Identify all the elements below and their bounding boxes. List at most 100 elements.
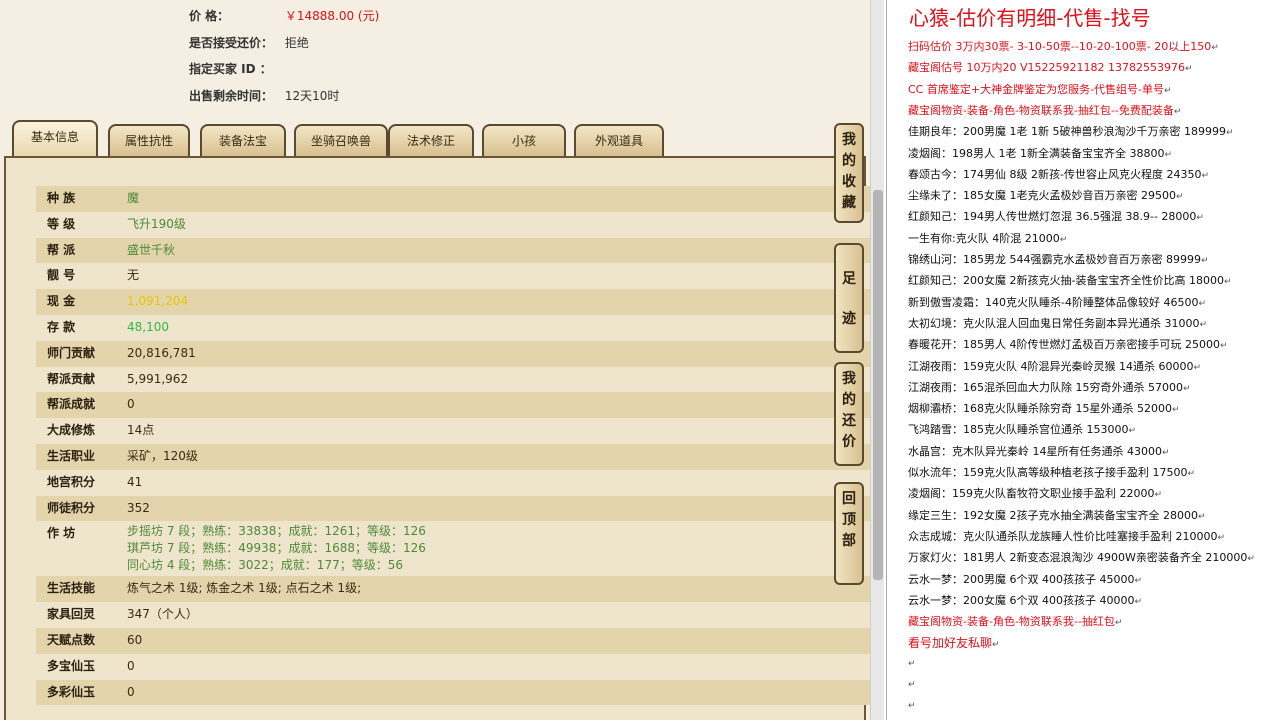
paragraph-mark-icon: ↵ (1199, 319, 1208, 330)
doc-line-text: 藏宝阁估号 10万内20 V15225921182 13782553976 (908, 61, 1185, 75)
doc-empty-line: ↵ (908, 698, 916, 711)
doc-line: 飞鸿踏雪：185克火队睡杀宫位通杀 153000↵ (908, 421, 1136, 437)
row-key: 地宫积分 (47, 474, 96, 489)
doc-line: 众志成城：克火队通杀队龙族睡人性价比哇塞接手盈利 210000↵ (908, 528, 1225, 544)
row-key: 作 坊 (47, 526, 76, 541)
table-row: 帮 派 盛世千秋 (36, 237, 870, 264)
paragraph-mark-icon: ↵ (1187, 469, 1196, 479)
paragraph-mark-icon: ↵ (1164, 149, 1173, 160)
paragraph-mark-icon: ↵ (1217, 532, 1226, 543)
paragraph-mark-icon: ↵ (992, 640, 1000, 651)
row-key: 存 款 (47, 319, 76, 334)
page-scrollbar[interactable] (870, 0, 884, 720)
paragraph-mark-icon: ↵ (1175, 192, 1184, 203)
doc-line-text: 飞鸿踏雪：185克火队睡杀宫位通杀 153000 (908, 423, 1129, 437)
tab-child[interactable]: 小孩 (482, 124, 566, 156)
bargain-value: 拒绝 (284, 36, 309, 50)
favorites-button[interactable]: 我的收藏 (834, 123, 864, 223)
tab-spell-mods[interactable]: 法术修正 (388, 124, 474, 156)
row-value: 5,991,962 (127, 371, 189, 386)
doc-line: 云水一梦：200男魔 6个双 400孩孩子 45000↵ (908, 571, 1142, 587)
doc-line-text: 一生有你:克火队 4阶混 21000 (908, 231, 1060, 245)
workshop-line: 步摇坊 7 段；熟练：33838；成就：1261；等级：126 (127, 524, 426, 539)
paragraph-mark-icon: ↵ (1161, 447, 1170, 458)
doc-line: 藏宝阁估号 10万内20 V15225921182 13782553976↵ (908, 59, 1193, 75)
paragraph-mark-icon: ↵ (1193, 362, 1202, 373)
paragraph-mark-icon: ↵ (1173, 106, 1182, 117)
doc-line: 凌烟阁：198男人 1老 1新全满装备宝宝齐全 38800↵ (908, 145, 1172, 161)
doc-line-text: 众志成城：克火队通杀队龙族睡人性价比哇塞接手盈利 210000 (908, 529, 1218, 543)
doc-line: 佳期良年：200男魔 1老 1新 5破神兽秒浪淘沙千万亲密 189999↵ (908, 123, 1234, 139)
doc-line-text: 锦绣山河：185男龙 544强霸克水孟极妙音百万亲密 89999 (908, 253, 1201, 266)
table-row: 帮派成就 0 (36, 392, 870, 419)
row-key: 生活职业 (47, 448, 96, 463)
table-row: 靓 号无 (36, 263, 870, 290)
doc-line: 一生有你:克火队 4阶混 21000↵ (908, 230, 1067, 246)
paragraph-mark-icon: ↵ (1134, 575, 1143, 586)
tab-mounts-pets[interactable]: 坐骑召唤兽 (294, 124, 388, 156)
row-key: 大成修炼 (47, 423, 96, 438)
doc-line-text: 云水一梦：200女魔 6个双 400孩孩子 40000 (908, 593, 1135, 607)
paragraph-mark-icon: ↵ (908, 680, 916, 690)
paragraph-mark-icon: ↵ (1198, 298, 1206, 309)
info-table: 种 族 魔 等 级 飞升190级 帮 派 盛世千秋 靓 号 无 现 金 1,091,204… (36, 186, 870, 706)
doc-line: 凌烟阁：159克火队畜牧符文职业接手盈利 22000↵ (908, 485, 1162, 501)
doc-line-text: 江湖夜雨：165混杀回血大力队除 15穷奇外通杀 57000 (908, 380, 1183, 394)
doc-line-text: 看号加好友私聊 (908, 636, 993, 651)
doc-line-text: 万家灯火：181男人 2新变态混浪淘沙 4900W亲密装备齐全 210000 (908, 551, 1248, 565)
doc-line: 尘缘未了：185女魔 1老克火孟极妙音百万亲密 29500↵ (908, 187, 1184, 203)
basic-info-panel: 种 族 魔 等 级 飞升190级 帮 派 盛世千秋 靓 号 无 现 金 1,091,204… (4, 156, 870, 720)
bargain-row: 是否接受还价： 拒绝 (189, 34, 309, 51)
row-key: 等 级 (47, 216, 76, 231)
row-value: 魔 (127, 191, 140, 205)
paragraph-mark-icon: ↵ (1059, 234, 1068, 245)
doc-line-text: 江湖夜雨：159克火队 4阶混异光秦岭灵猴 14通杀 60000 (908, 359, 1194, 373)
time-label: 出售剩余时间： (189, 89, 274, 103)
tab-basic-info[interactable]: 基本信息 (12, 120, 98, 158)
my-bargain-button[interactable]: 我的还价 (834, 362, 864, 466)
paragraph-mark-icon: ↵ (1200, 256, 1209, 266)
doc-title: 心猿-估价有明细-代售-找号 (909, 6, 1151, 30)
table-row-workshop: 作 坊 步摇坊 7 段；熟练：33838；成就：1261；等级：126 琪芦坊 … (36, 521, 870, 577)
doc-line: 似水流年：159克火队高等级种植老孩子接手盈利 17500↵ (908, 464, 1195, 480)
paragraph-mark-icon: ↵ (1184, 64, 1193, 75)
tab-appearance[interactable]: 外观道具 (574, 124, 664, 156)
doc-line: 江湖夜雨：165混杀回血大力队除 15穷奇外通杀 57000↵ (908, 379, 1191, 395)
doc-line-text: 春颂古今：174男仙 8级 2新孩-传世容止风克火程度 24350 (908, 167, 1202, 181)
paragraph-mark-icon: ↵ (1128, 426, 1137, 437)
back-to-top-button[interactable]: 回顶部 (834, 482, 864, 585)
doc-line-text: 水晶宫：克木队异光秦岭 14星所有任务通杀 43000 (908, 444, 1162, 458)
row-key: 多彩仙玉 (47, 684, 96, 699)
screen: 价 格： ￥14888.00 (元) 是否接受还价： 拒绝 指定买家 ID ： … (0, 0, 1280, 720)
price-row: 价 格： ￥14888.00 (元) (189, 7, 379, 24)
paragraph-mark-icon: ↵ (1247, 554, 1255, 565)
workshop-line: 同心坊 4 段；熟练：3022；成就：177；等级：56 (127, 558, 403, 573)
paragraph-mark-icon: ↵ (908, 658, 916, 669)
doc-line: 烟柳灞桥：168克火队睡杀除穷奇 15星外通杀 52000↵ (908, 400, 1180, 416)
paragraph-mark-icon: ↵ (1197, 511, 1206, 522)
doc-line-text: 佳期良年：200男魔 1老 1新 5破神兽秒浪淘沙千万亲密 189999 (908, 125, 1226, 139)
table-row: 等 级 飞升190级 (36, 211, 870, 238)
tab-attributes[interactable]: 属性抗性 (108, 124, 190, 156)
game-listing-panel: 价 格： ￥14888.00 (元) 是否接受还价： 拒绝 指定买家 ID ： … (0, 0, 870, 720)
doc-line: 万家灯火：181男人 2新变态混浪淘沙 4900W亲密装备齐全 210000↵ (908, 549, 1255, 565)
bargain-label: 是否接受还价： (189, 36, 274, 50)
doc-line-text: 缘定三生：192女魔 2孩子克水抽全满装备宝宝齐全 28000 (908, 508, 1198, 522)
doc-line: 缘定三生：192女魔 2孩子克水抽全满装备宝宝齐全 28000↵ (908, 507, 1206, 523)
scrollbar-thumb[interactable] (873, 190, 883, 580)
row-value: 14点 (127, 423, 155, 438)
doc-line-text: 藏宝阁物资-装备-角色-物资联系我-抽红包--免费配装备 (908, 103, 1174, 117)
table-row: 帮派贡献 5,991,962 (36, 366, 870, 393)
doc-line-text: 红颜知己：194男人传世燃灯忽混 36.5强混 38.9-- 28000 (908, 210, 1197, 224)
row-key: 师门贡献 (47, 345, 96, 360)
doc-line-text: 藏宝阁物资-装备-角色-物资联系我--抽红包 (908, 615, 1115, 629)
paragraph-mark-icon: ↵ (1196, 213, 1204, 224)
footprint-button[interactable]: 足迹 (834, 243, 864, 353)
doc-line-text: 春暖花开：185男人 4阶传世燃灯孟极百万亲密接手可玩 25000 (908, 338, 1220, 352)
row-key: 种 族 (47, 191, 76, 205)
row-key: 生活技能 (47, 581, 96, 596)
row-value: 1,091,204 (127, 294, 189, 309)
tab-equipment[interactable]: 装备法宝 (200, 124, 286, 156)
table-row: 大成修炼 14点 (36, 418, 870, 444)
doc-line-text: 似水流年：159克火队高等级种植老孩子接手盈利 17500 (908, 466, 1188, 479)
